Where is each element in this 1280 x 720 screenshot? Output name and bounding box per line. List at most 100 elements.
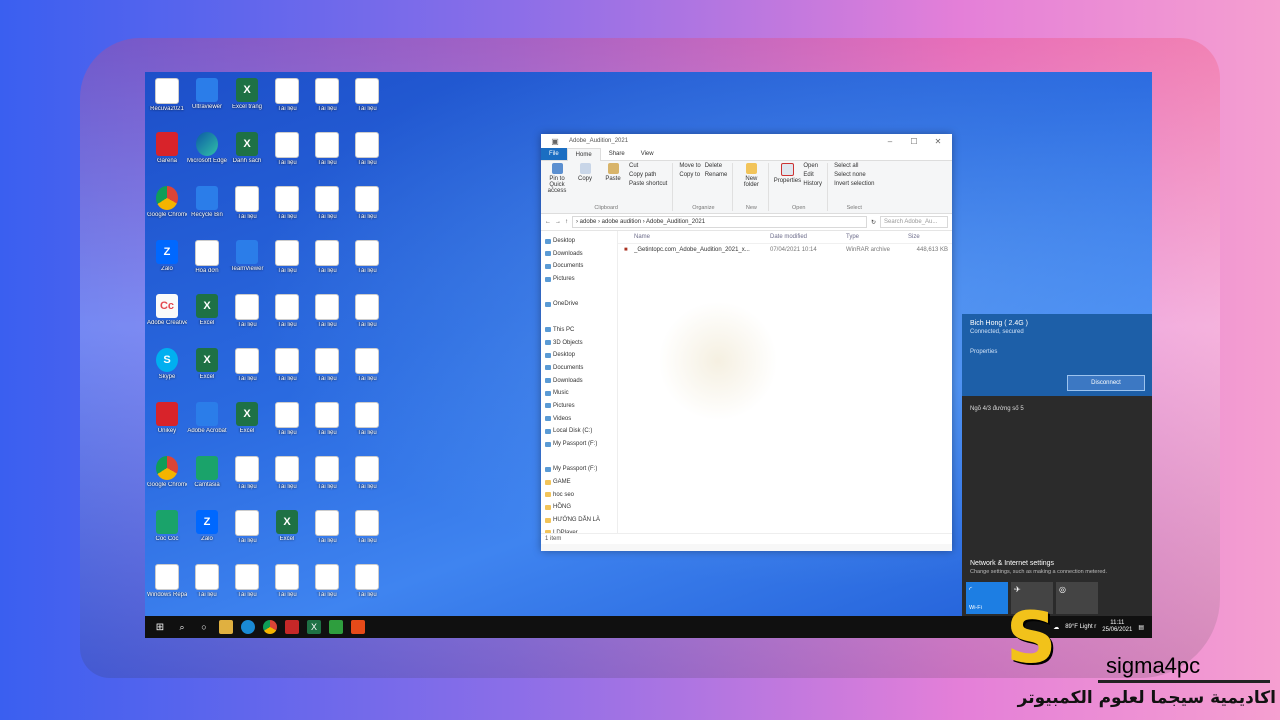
nav-item[interactable]: LDPlayer xyxy=(541,527,617,533)
tab-file[interactable]: File xyxy=(541,148,567,160)
history-button[interactable]: History xyxy=(803,181,822,187)
desktop-icon[interactable]: Tài liệu xyxy=(267,292,307,340)
nav-item[interactable]: Pictures xyxy=(541,273,617,286)
address-bar[interactable]: › adobe › adobe audition › Adobe_Auditio… xyxy=(572,216,867,228)
desktop-icon[interactable]: Tài liệu xyxy=(307,130,347,178)
edge-icon[interactable] xyxy=(241,620,255,634)
desktop-icon[interactable]: Tài liệu xyxy=(267,400,307,448)
file-explorer-icon[interactable] xyxy=(219,620,233,634)
move-to-button[interactable]: Move to xyxy=(679,163,700,169)
paste-shortcut-button[interactable]: Paste shortcut xyxy=(629,181,667,187)
desktop-icon[interactable]: Tài liệu xyxy=(267,184,307,232)
desktop-icon[interactable]: Tài liệu xyxy=(307,508,347,556)
desktop-icon[interactable]: Tài liệu xyxy=(227,184,267,232)
desktop-icon[interactable]: Tài liệu xyxy=(307,292,347,340)
desktop-icon[interactable]: Z Zalo xyxy=(187,508,227,556)
chrome-icon[interactable] xyxy=(263,620,277,634)
nav-item[interactable]: OneDrive xyxy=(541,298,617,311)
desktop-icon[interactable]: Tài liệu xyxy=(307,184,347,232)
desktop-icon[interactable]: Tài liệu xyxy=(267,130,307,178)
nav-item[interactable]: GAME xyxy=(541,476,617,489)
search-icon[interactable]: ⌕ xyxy=(175,620,189,634)
desktop-icon[interactable]: Tài liệu xyxy=(227,562,267,610)
maximize-button[interactable]: ☐ xyxy=(904,137,924,146)
network-settings-link[interactable]: Network & Internet settings Change setti… xyxy=(970,560,1107,575)
start-icon[interactable]: ⊞ xyxy=(153,620,167,634)
desktop-icon[interactable]: Tài liệu xyxy=(347,292,387,340)
pin-quick-access-button[interactable]: Pin to Quick access xyxy=(545,163,569,194)
desktop-icon[interactable]: Google Chrome xyxy=(147,454,187,502)
nav-item[interactable]: Desktop xyxy=(541,235,617,248)
tab-share[interactable]: Share xyxy=(601,148,633,160)
desktop-icon[interactable]: X Danh sách xyxy=(227,130,267,178)
desktop-icon[interactable]: Tài liệu xyxy=(267,238,307,286)
desktop-icon[interactable]: Tài liệu xyxy=(307,454,347,502)
nav-item[interactable]: hoc seo xyxy=(541,489,617,502)
nav-item[interactable]: 3D Objects xyxy=(541,337,617,350)
back-icon[interactable]: ← xyxy=(545,219,551,225)
desktop-icon[interactable]: X Excel xyxy=(187,346,227,394)
desktop-icon[interactable]: S Skype xyxy=(147,346,187,394)
copy-button[interactable]: Copy xyxy=(573,163,597,182)
desktop-icon[interactable]: Recuva2021 xyxy=(147,76,187,124)
desktop-icon[interactable]: Tài liệu xyxy=(347,184,387,232)
invert-selection-button[interactable]: Invert selection xyxy=(834,181,874,187)
desktop-icon[interactable]: Unikey xyxy=(147,400,187,448)
desktop-icon[interactable]: Tài liệu xyxy=(347,400,387,448)
desktop-icon[interactable]: Ultraviewer xyxy=(187,76,227,124)
select-all-button[interactable]: Select all xyxy=(834,163,874,169)
desktop-icon[interactable]: Tài liệu xyxy=(227,508,267,556)
search-input[interactable]: Search Adobe_Au... xyxy=(880,216,948,228)
desktop-icon[interactable]: Tài liệu xyxy=(267,346,307,394)
desktop-icon[interactable]: Google Chrome xyxy=(147,184,187,232)
desktop-icon[interactable]: TeamViewer xyxy=(227,238,267,286)
desktop-icon[interactable]: Hóa đơn xyxy=(187,238,227,286)
desktop-icon[interactable]: Tài liệu xyxy=(307,400,347,448)
refresh-icon[interactable]: ↻ xyxy=(871,219,876,226)
nav-item[interactable]: Videos xyxy=(541,413,617,426)
tab-view[interactable]: View xyxy=(633,148,662,160)
nav-item[interactable]: My Passport (F:) xyxy=(541,463,617,476)
column-type[interactable]: Type xyxy=(846,231,908,243)
desktop-icon[interactable]: Tài liệu xyxy=(347,76,387,124)
nav-item[interactable]: My Passport (F:) xyxy=(541,438,617,451)
desktop-icon[interactable]: Tài liệu xyxy=(307,562,347,610)
desktop-icon[interactable]: X Excel trang xyxy=(227,76,267,124)
new-folder-button[interactable]: New folder xyxy=(739,163,763,188)
nav-item[interactable]: Downloads xyxy=(541,248,617,261)
nav-item[interactable]: Documents xyxy=(541,362,617,375)
desktop-icon[interactable]: Tài liệu xyxy=(307,238,347,286)
desktop-icon[interactable]: Tài liệu xyxy=(267,454,307,502)
properties-button[interactable]: Properties xyxy=(774,163,801,184)
nav-item[interactable]: HỒNG xyxy=(541,501,617,514)
disconnect-button[interactable]: Disconnect xyxy=(1067,375,1145,391)
desktop-icon[interactable]: Tài liệu xyxy=(347,130,387,178)
desktop-icon[interactable]: Tài liệu xyxy=(347,508,387,556)
up-icon[interactable]: ↑ xyxy=(565,219,568,225)
forward-icon[interactable]: → xyxy=(555,219,561,225)
desktop-icon[interactable]: Tài liệu xyxy=(267,76,307,124)
desktop-icon[interactable]: Camtasia xyxy=(187,454,227,502)
nav-item[interactable]: Documents xyxy=(541,260,617,273)
desktop-icon[interactable]: Microsoft Edge xyxy=(187,130,227,178)
nav-item[interactable]: Pictures xyxy=(541,400,617,413)
nav-item[interactable]: HƯỚNG DẪN LÀ xyxy=(541,514,617,527)
desktop-icon[interactable]: Tài liệu xyxy=(347,346,387,394)
desktop-icon[interactable]: Tài liệu xyxy=(307,76,347,124)
desktop-icon[interactable]: Tài liệu xyxy=(187,562,227,610)
select-none-button[interactable]: Select none xyxy=(834,172,874,178)
camtasia-icon[interactable] xyxy=(329,620,343,634)
task-view-icon[interactable]: ○ xyxy=(197,620,211,634)
properties-link[interactable]: Properties xyxy=(970,349,1144,355)
excel-icon[interactable]: X xyxy=(307,620,321,634)
nav-item[interactable]: This PC xyxy=(541,324,617,337)
app-orange-icon[interactable] xyxy=(351,620,365,634)
cut-button[interactable]: Cut xyxy=(629,163,667,169)
desktop-icon[interactable]: Cốc Cốc xyxy=(147,508,187,556)
nav-item[interactable]: Music xyxy=(541,387,617,400)
desktop-icon[interactable]: Tài liệu xyxy=(307,346,347,394)
nav-item[interactable]: Desktop xyxy=(541,349,617,362)
nav-item[interactable]: Local Disk (C:) xyxy=(541,425,617,438)
active-network[interactable]: Bich Hong ( 2.4G ) Connected, secured Pr… xyxy=(962,314,1152,396)
desktop-icon[interactable]: Tài liệu xyxy=(227,292,267,340)
